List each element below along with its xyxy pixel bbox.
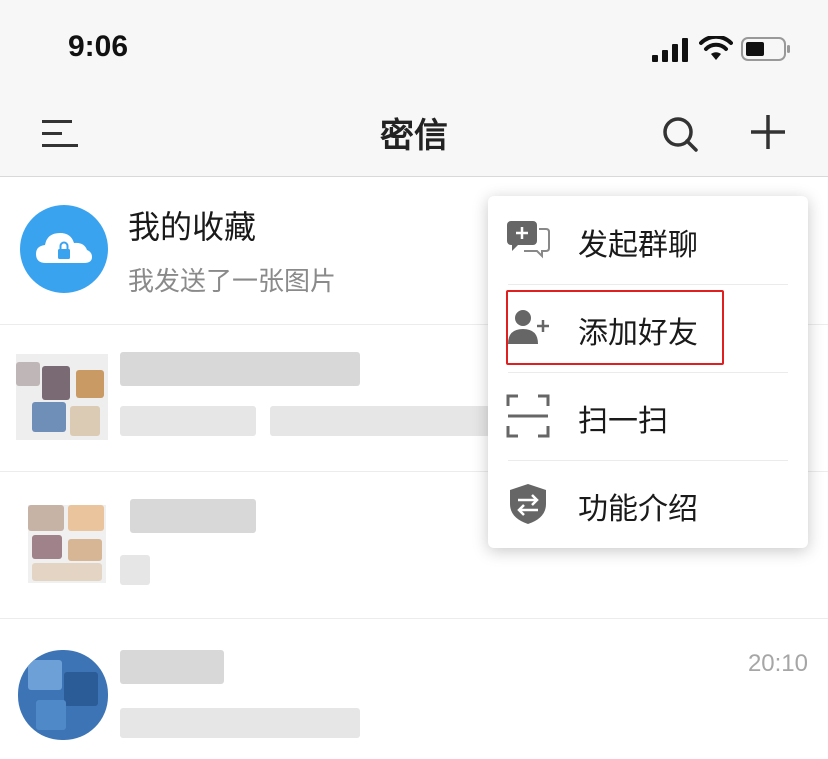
redacted-preview bbox=[270, 406, 490, 436]
highlight-box bbox=[506, 290, 724, 365]
popup-arrow bbox=[764, 184, 788, 196]
scan-icon bbox=[506, 394, 550, 438]
feature-intro-icon bbox=[510, 484, 546, 524]
status-bar: 9:06 bbox=[0, 0, 828, 88]
add-icon[interactable] bbox=[748, 112, 788, 152]
battery-icon bbox=[741, 37, 790, 61]
status-time: 9:06 bbox=[68, 30, 129, 63]
menu-item-feature-intro[interactable]: 功能介绍 bbox=[488, 460, 808, 548]
redacted-name bbox=[120, 352, 360, 386]
avatar bbox=[28, 505, 106, 583]
chat-preview: 我发送了一张图片 bbox=[128, 267, 337, 297]
group-chat-icon bbox=[507, 221, 550, 259]
chat-name: 我的收藏 bbox=[128, 208, 257, 246]
favorites-avatar bbox=[20, 205, 108, 293]
menu-item-label: 功能介绍 bbox=[578, 492, 698, 527]
popup-menu: 发起群聊 添加好友 扫一扫 功能介绍 bbox=[488, 196, 808, 548]
signal-icon bbox=[652, 38, 688, 62]
menu-item-label: 扫一扫 bbox=[578, 404, 668, 439]
cloud-lock-icon bbox=[36, 233, 92, 263]
redacted-preview bbox=[120, 406, 256, 436]
nav-bar: 密信 bbox=[0, 88, 828, 177]
redacted-name bbox=[130, 499, 256, 533]
chat-time: 20:10 bbox=[747, 650, 808, 677]
wifi-icon bbox=[699, 36, 733, 60]
page-title: 密信 bbox=[380, 116, 448, 156]
menu-item-scan[interactable]: 扫一扫 bbox=[488, 372, 808, 460]
menu-item-group-chat[interactable]: 发起群聊 bbox=[488, 196, 808, 284]
search-icon[interactable] bbox=[660, 114, 700, 154]
redacted-name bbox=[120, 650, 224, 684]
menu-item-label: 发起群聊 bbox=[578, 228, 698, 263]
avatar bbox=[18, 650, 108, 740]
chat-row[interactable]: 20:10 bbox=[0, 618, 828, 759]
redacted-preview bbox=[120, 708, 360, 738]
redacted-preview bbox=[120, 555, 150, 585]
avatar bbox=[16, 354, 108, 440]
